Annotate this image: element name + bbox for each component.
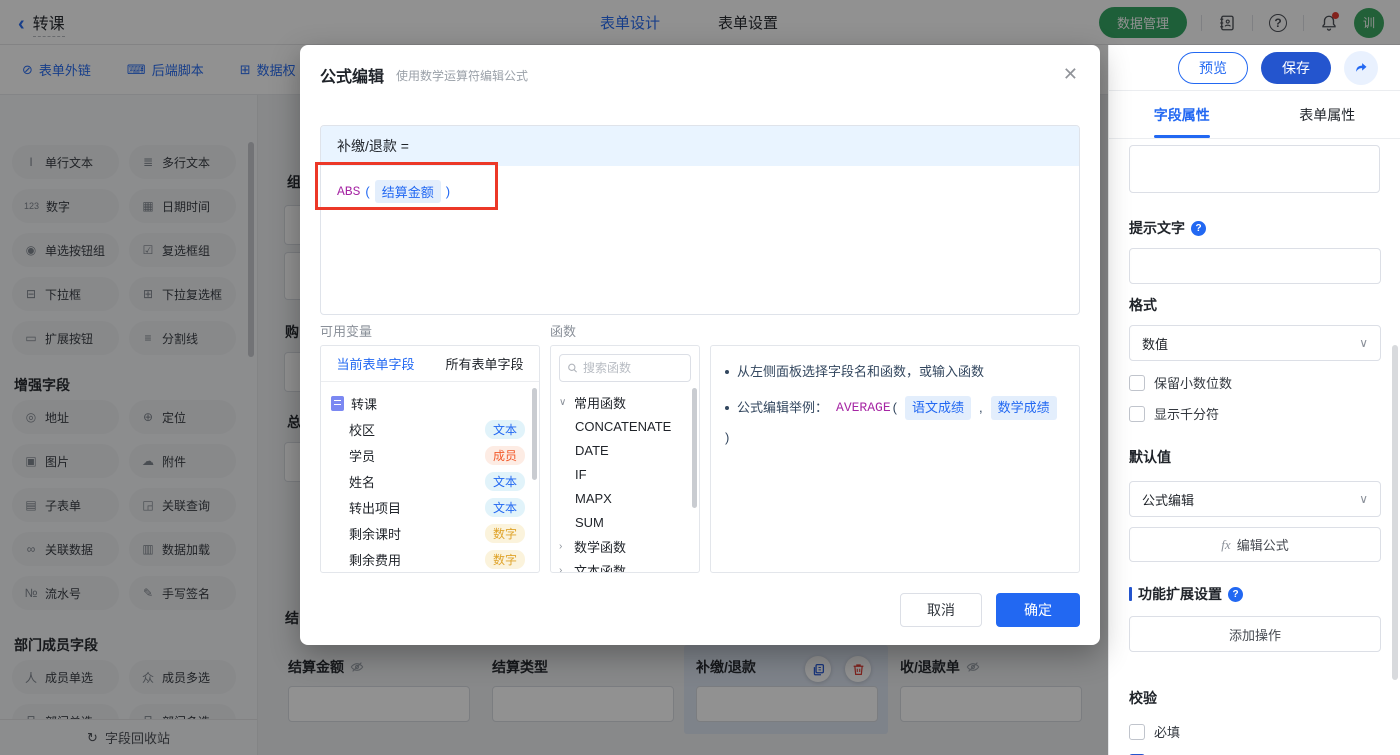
checkbox-unchecked[interactable] bbox=[1129, 723, 1145, 740]
example-field-chip: 语文成绩 bbox=[904, 396, 971, 420]
formula-editor-modal: 公式编辑 使用数学运算符编辑公式 ✕ 补缴/退款 = ABS ( 结算金额 ) … bbox=[300, 45, 1100, 645]
properties-panel: 预览 保存 字段属性 表单属性 提示文字 ? 格式 数值 ∨ 保留小数位数 显示… bbox=[1108, 45, 1400, 755]
preview-button[interactable]: 预览 bbox=[1178, 51, 1248, 84]
variable-row-transfer-out[interactable]: 转出项目 文本 bbox=[321, 494, 539, 520]
hint-help-icon[interactable]: ? bbox=[1191, 220, 1206, 236]
function-search[interactable] bbox=[559, 354, 691, 382]
chevron-down-icon: ∨ bbox=[1359, 492, 1368, 506]
variable-row-student[interactable]: 学员 成员 bbox=[321, 442, 539, 468]
format-label: 格式 bbox=[1129, 297, 1157, 313]
variables-tabs: 当前表单字段 所有表单字段 bbox=[321, 346, 539, 382]
panel-scrollbar[interactable] bbox=[1392, 345, 1398, 680]
share-arrow-icon bbox=[1355, 63, 1366, 72]
option-required[interactable]: 必填 bbox=[1129, 722, 1380, 741]
tab-all-form-fields[interactable]: 所有表单字段 bbox=[430, 354, 539, 373]
function-group-math[interactable]: › 数学函数 bbox=[551, 534, 699, 558]
edit-formula-button[interactable]: fx 编辑公式 bbox=[1129, 527, 1381, 562]
example-field-chip: 数学成绩 bbox=[990, 396, 1057, 420]
modal-subtitle: 使用数学运算符编辑公式 bbox=[396, 68, 529, 83]
chevron-down-icon: ∨ bbox=[1359, 336, 1368, 350]
checkbox-unchecked[interactable] bbox=[1129, 374, 1145, 391]
fx-icon: fx bbox=[1221, 536, 1231, 552]
variable-row-name[interactable]: 姓名 文本 bbox=[321, 468, 539, 494]
help-panel: 从左侧面板选择字段名和函数，或输入函数 公式编辑举例： AVERAGE ( 语文… bbox=[710, 345, 1080, 573]
variable-row-remaining-hours[interactable]: 剩余课时 数字 bbox=[321, 520, 539, 546]
option-keep-decimals[interactable]: 保留小数位数 bbox=[1129, 373, 1380, 392]
functions-label: 函数 bbox=[550, 324, 577, 339]
formula-function: ABS bbox=[337, 184, 361, 199]
hint-text-input[interactable] bbox=[1129, 248, 1381, 284]
tab-current-form-fields[interactable]: 当前表单字段 bbox=[321, 354, 430, 373]
extension-help-icon[interactable]: ? bbox=[1228, 586, 1243, 602]
checkbox-unchecked[interactable] bbox=[1129, 405, 1145, 422]
description-textarea[interactable] bbox=[1129, 145, 1380, 193]
help-line-1: 从左侧面板选择字段名和函数，或输入函数 bbox=[725, 362, 1065, 382]
type-badge: 文本 bbox=[484, 497, 525, 517]
open-paren: ( bbox=[365, 184, 370, 199]
functions-scrollbar[interactable] bbox=[692, 388, 697, 508]
default-value-select[interactable]: 公式编辑 ∨ bbox=[1129, 481, 1381, 517]
tab-field-properties[interactable]: 字段属性 bbox=[1109, 91, 1255, 138]
tab-form-properties[interactable]: 表单属性 bbox=[1255, 91, 1400, 138]
close-icon[interactable]: ✕ bbox=[1063, 65, 1078, 83]
functions-panel: ∨ 常用函数 CONCATENATE DATE IF MAPX SUM › 数学… bbox=[550, 345, 700, 573]
function-group-common[interactable]: ∨ 常用函数 bbox=[551, 390, 699, 414]
function-item-concatenate[interactable]: CONCATENATE bbox=[551, 414, 699, 438]
section-bar bbox=[1129, 587, 1132, 601]
variable-row-campus[interactable]: 校区 文本 bbox=[321, 416, 539, 442]
option-thousand-separator[interactable]: 显示千分符 bbox=[1129, 404, 1380, 423]
default-value-label: 默认值 bbox=[1129, 449, 1171, 465]
save-button[interactable]: 保存 bbox=[1261, 51, 1331, 84]
modal-title: 公式编辑 bbox=[320, 69, 385, 86]
example-function: AVERAGE bbox=[836, 400, 891, 415]
formula-target: 补缴/退款 = bbox=[321, 126, 1079, 166]
hint-text-label: 提示文字 ? bbox=[1129, 218, 1380, 238]
variables-scrollbar[interactable] bbox=[532, 388, 537, 480]
type-badge: 文本 bbox=[484, 419, 525, 439]
confirm-button[interactable]: 确定 bbox=[996, 593, 1080, 627]
variables-panel: 当前表单字段 所有表单字段 转课 校区 文本 学员 成员 姓名 文本 转出项目 bbox=[320, 345, 540, 573]
formula-expression[interactable]: ABS ( 结算金额 ) bbox=[321, 166, 1079, 217]
chevron-collapsed-icon: › bbox=[559, 564, 563, 573]
function-search-input[interactable] bbox=[583, 361, 683, 375]
variables-tree: 转课 校区 文本 学员 成员 姓名 文本 转出项目 文本 剩余课时 数字 剩余费… bbox=[321, 382, 539, 572]
modal-header: 公式编辑 使用数学运算符编辑公式 ✕ bbox=[300, 45, 1100, 105]
function-group-text[interactable]: › 文本函数 bbox=[551, 558, 699, 573]
function-item-sum[interactable]: SUM bbox=[551, 510, 699, 534]
chevron-collapsed-icon: › bbox=[559, 540, 563, 552]
function-item-date[interactable]: DATE bbox=[551, 438, 699, 462]
function-item-mapx[interactable]: MAPX bbox=[551, 486, 699, 510]
type-badge: 数字 bbox=[484, 523, 525, 543]
function-item-if[interactable]: IF bbox=[551, 462, 699, 486]
chevron-expanded-icon: ∨ bbox=[559, 396, 567, 408]
variable-row-remaining-fee[interactable]: 剩余费用 数字 bbox=[321, 546, 539, 572]
bullet-icon bbox=[725, 370, 729, 374]
formula-editor[interactable]: 补缴/退款 = ABS ( 结算金额 ) bbox=[320, 125, 1080, 315]
cancel-button[interactable]: 取消 bbox=[900, 593, 982, 627]
type-badge: 文本 bbox=[484, 471, 525, 491]
type-badge: 数字 bbox=[484, 549, 525, 569]
format-select[interactable]: 数值 ∨ bbox=[1129, 325, 1381, 361]
panel-tabs: 字段属性 表单属性 bbox=[1109, 91, 1400, 139]
share-button[interactable] bbox=[1344, 50, 1378, 85]
canvas-actions: 预览 保存 bbox=[1109, 45, 1400, 91]
modal-overlay-top bbox=[0, 0, 1400, 45]
search-icon bbox=[568, 363, 578, 373]
type-badge: 成员 bbox=[484, 445, 525, 465]
close-paren: ) bbox=[445, 184, 451, 199]
add-action-button[interactable]: 添加操作 bbox=[1129, 616, 1381, 652]
validation-title: 校验 bbox=[1129, 690, 1157, 706]
variables-label: 可用变量 bbox=[320, 324, 373, 339]
tree-node-form[interactable]: 转课 bbox=[321, 390, 539, 416]
help-line-2: 公式编辑举例： AVERAGE ( 语文成绩 , 数学成绩 ) bbox=[725, 396, 1065, 448]
formula-field-chip[interactable]: 结算金额 bbox=[374, 180, 441, 203]
bullet-icon bbox=[725, 406, 729, 410]
extension-settings-title: 功能扩展设置 ? bbox=[1129, 584, 1380, 604]
modal-footer: 取消 确定 bbox=[900, 593, 1080, 627]
form-doc-icon bbox=[331, 395, 344, 411]
